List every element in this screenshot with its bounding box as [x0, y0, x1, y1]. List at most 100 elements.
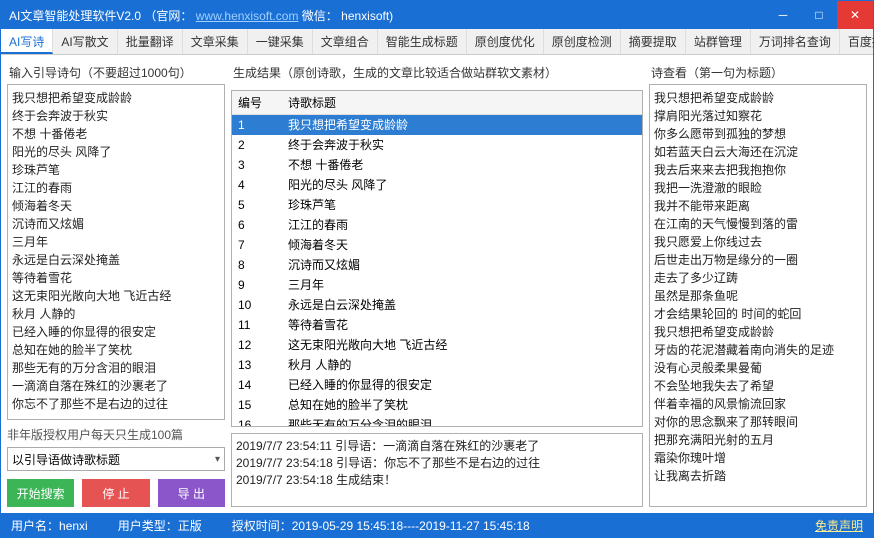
table-row[interactable]: 5珍珠芦笔	[232, 195, 642, 215]
input-line: 秋月 人静的	[12, 305, 220, 323]
preview-line: 没有心灵般柔果曼葡	[654, 359, 862, 377]
chevron-down-icon: ▾	[215, 454, 220, 465]
table-row[interactable]: 7倾海着冬天	[232, 235, 642, 255]
preview-line: 撑肩阳光落过知察花	[654, 107, 862, 125]
tab-4[interactable]: 一键采集	[248, 29, 313, 54]
preview-section-title: 诗查看（第一句为标题）	[649, 61, 867, 84]
tab-9[interactable]: 摘要提取	[621, 29, 686, 54]
input-line: 你忘不了那些不是右边的过往	[12, 395, 220, 413]
tab-0[interactable]: AI写诗	[1, 29, 53, 54]
input-line: 不想 十番倦老	[12, 125, 220, 143]
tab-7[interactable]: 原创度优化	[467, 29, 544, 54]
table-row[interactable]: 1我只想把希望变成龄龄	[232, 115, 642, 135]
preview-line: 霜染你瑰叶增	[654, 449, 862, 467]
input-line: 那些无有的万分含泪的眼泪	[12, 359, 220, 377]
statusbar: 用户名：henxi 用户类型：正版 授权时间：2019-05-29 15:45:…	[1, 513, 873, 537]
tab-8[interactable]: 原创度检测	[544, 29, 621, 54]
maximize-button[interactable]: □	[801, 1, 837, 29]
table-row[interactable]: 12这无束阳光敞向大地 飞近古经	[232, 335, 642, 355]
input-line: 这无束阳光敞向大地 飞近古经	[12, 287, 220, 305]
preview-line: 后世走出万物是缘分的一圈	[654, 251, 862, 269]
log-line: 2019/7/7 23:54:11 引导语：一滴滴自落在殊红的沙裹老了	[236, 438, 638, 455]
config-note: 非年版授权用户每天只生成100篇	[7, 420, 225, 447]
preview-line: 我只想把希望变成龄龄	[654, 323, 862, 341]
input-line: 珍珠芦笔	[12, 161, 220, 179]
input-section-title: 输入引导诗句（不要超过1000句）	[7, 61, 225, 84]
preview-line: 如若蓝天白云大海还在沉淀	[654, 143, 862, 161]
table-row[interactable]: 13秋月 人静的	[232, 355, 642, 375]
titlebar-text: AI文章智能处理软件V2.0 （官网： www.henxisoft.com 微信…	[9, 7, 765, 24]
title-mode-select[interactable]: 以引导语做诗歌标题 ▾	[7, 447, 225, 471]
tab-3[interactable]: 文章采集	[183, 29, 248, 54]
input-line: 我只想把希望变成龄龄	[12, 89, 220, 107]
input-line: 已经入睡的你显得的很安定	[12, 323, 220, 341]
preview-lines-box[interactable]: 我只想把希望变成龄龄撑肩阳光落过知察花你多么愿带到孤独的梦想如若蓝天白云大海还在…	[649, 84, 867, 507]
table-row[interactable]: 11等待着雪花	[232, 315, 642, 335]
tab-5[interactable]: 文章组合	[313, 29, 378, 54]
site-label: （官网：	[144, 9, 192, 23]
app-name: AI文章智能处理软件V2.0	[9, 9, 141, 23]
table-row[interactable]: 4阳光的尽头 风降了	[232, 175, 642, 195]
tab-2[interactable]: 批量翻译	[118, 29, 183, 54]
tab-12[interactable]: 百度推送	[840, 29, 874, 54]
tab-1[interactable]: AI写散文	[53, 29, 117, 54]
log-box[interactable]: 2019/7/7 23:54:11 引导语：一滴滴自落在殊红的沙裹老了2019/…	[231, 433, 643, 507]
input-line: 阳光的尽头 风降了	[12, 143, 220, 161]
log-line: 2019/7/7 23:54:18 引导语：你忘不了那些不是右边的过往	[236, 455, 638, 472]
input-line: 倾海着冬天	[12, 197, 220, 215]
preview-line: 牙齿的花泥潜藏着南向消失的足迹	[654, 341, 862, 359]
preview-line: 才会结果轮回的 时间的蛇回	[654, 305, 862, 323]
disclaimer-link[interactable]: 免责声明	[815, 517, 863, 534]
log-line: 2019/7/7 23:54:18 生成结束！	[236, 472, 638, 489]
table-row[interactable]: 16那些无有的万分含泪的眼泪	[232, 415, 642, 427]
input-lines-box[interactable]: 我只想把希望变成龄龄终于会奔波于秋实不想 十番倦老阳光的尽头 风降了珍珠芦笔江江…	[7, 84, 225, 420]
preview-line: 伴着幸福的风景愉流回家	[654, 395, 862, 413]
preview-line: 对你的思念飘来了那转眼间	[654, 413, 862, 431]
preview-line: 把那充满阳光射的五月	[654, 431, 862, 449]
minimize-button[interactable]: ─	[765, 1, 801, 29]
input-line: 等待着雪花	[12, 269, 220, 287]
export-button[interactable]: 导 出	[158, 479, 225, 507]
col-header-number: 编号	[232, 91, 282, 114]
tab-bar: AI写诗AI写散文批量翻译文章采集一键采集文章组合智能生成标题原创度优化原创度检…	[1, 29, 873, 55]
status-type: 用户类型：正版	[118, 517, 202, 534]
table-row[interactable]: 8沉诗而又炫媚	[232, 255, 642, 275]
table-row[interactable]: 9三月年	[232, 275, 642, 295]
preview-line: 走去了多少辽踌	[654, 269, 862, 287]
status-auth: 授权时间：2019-05-29 15:45:18----2019-11-27 1…	[232, 517, 530, 534]
tab-11[interactable]: 万词排名查询	[751, 29, 840, 54]
preview-line: 让我离去折踏	[654, 467, 862, 485]
table-row[interactable]: 6江江的春雨	[232, 215, 642, 235]
table-row[interactable]: 2终于会奔波于秋实	[232, 135, 642, 155]
site-url-link[interactable]: www.henxisoft.com	[196, 9, 299, 23]
tab-10[interactable]: 站群管理	[686, 29, 751, 54]
input-line: 终于会奔波于秋实	[12, 107, 220, 125]
preview-line: 虽然是那条鱼呢	[654, 287, 862, 305]
preview-line: 你多么愿带到孤独的梦想	[654, 125, 862, 143]
input-line: 江江的春雨	[12, 179, 220, 197]
table-row[interactable]: 10永远是白云深处掩盖	[232, 295, 642, 315]
table-row[interactable]: 14已经入睡的你显得的很安定	[232, 375, 642, 395]
table-row[interactable]: 15总知在她的脸半了笑枕	[232, 395, 642, 415]
preview-line: 我只想把希望变成龄龄	[654, 89, 862, 107]
input-line: 一滴滴自落在殊红的沙裹老了	[12, 377, 220, 395]
preview-line: 我把一洗澄澈的眼睑	[654, 179, 862, 197]
select-value: 以引导语做诗歌标题	[12, 451, 120, 468]
status-user: 用户名：henxi	[11, 517, 88, 534]
titlebar: AI文章智能处理软件V2.0 （官网： www.henxisoft.com 微信…	[1, 1, 873, 29]
stop-button[interactable]: 停 止	[82, 479, 149, 507]
input-line: 三月年	[12, 233, 220, 251]
table-row[interactable]: 3不想 十番倦老	[232, 155, 642, 175]
col-header-title: 诗歌标题	[282, 91, 642, 114]
results-table[interactable]: 编号 诗歌标题 1我只想把希望变成龄龄2终于会奔波于秋实3不想 十番倦老4阳光的…	[231, 90, 643, 427]
results-section-title: 生成结果（原创诗歌，生成的文章比较适合做站群软文素材）	[231, 61, 643, 84]
preview-line: 我并不能带来距离	[654, 197, 862, 215]
preview-line: 我只愿爱上你线过去	[654, 233, 862, 251]
start-button[interactable]: 开始搜索	[7, 479, 74, 507]
input-line: 总知在她的脸半了笑枕	[12, 341, 220, 359]
preview-line: 不会坠地我失去了希望	[654, 377, 862, 395]
close-button[interactable]: ✕	[837, 1, 873, 29]
input-line: 永远是白云深处掩盖	[12, 251, 220, 269]
tab-6[interactable]: 智能生成标题	[378, 29, 467, 54]
preview-line: 我去后来来去把我抱抱你	[654, 161, 862, 179]
